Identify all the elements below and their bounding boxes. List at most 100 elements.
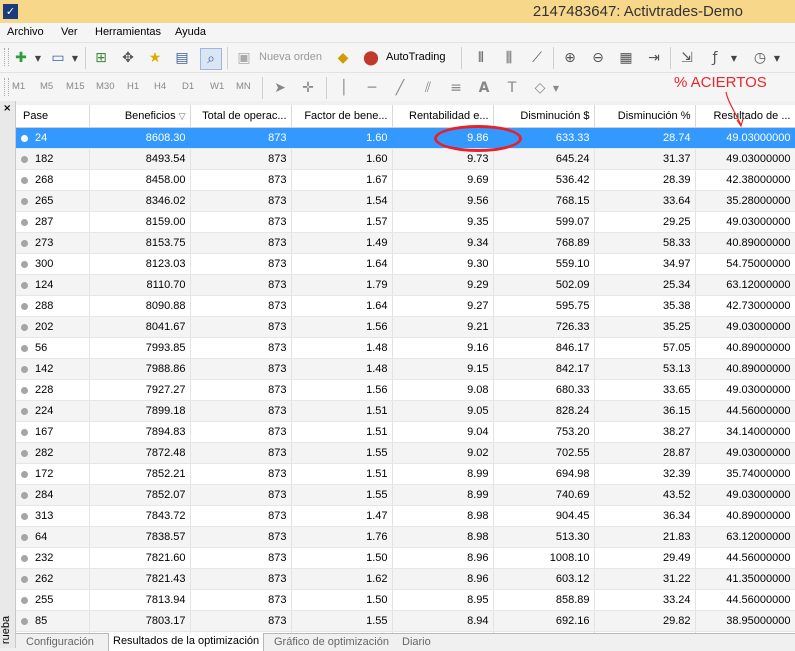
toolbar-grip[interactable]	[4, 48, 9, 66]
text-label-icon[interactable]: T	[502, 78, 522, 98]
table-row[interactable]: 182 8493.54 873 1.60 9.73 645.24 31.37 49.03000…	[16, 148, 795, 170]
menu-ayuda[interactable]: Ayuda	[175, 26, 206, 38]
table-cell: 35.25	[594, 316, 696, 338]
table-row[interactable]: 232 7821.60 873 1.50 8.96 1008.10 29.49 44.5600…	[16, 547, 795, 569]
cell-value: 1008.10	[549, 552, 590, 564]
table-row[interactable]: 284 7852.07 873 1.55 8.99 740.69 43.52 49.03000…	[16, 484, 795, 506]
bar-chart-icon[interactable]: ⫴	[471, 48, 491, 68]
menu-herramientas[interactable]: Herramientas	[95, 26, 161, 38]
market-watch-icon[interactable]: ⊞	[91, 48, 111, 68]
table-cell: 873	[190, 148, 292, 170]
tab-diario[interactable]: Diario	[402, 636, 431, 648]
tab-resultados-optimizacion[interactable]: Resultados de la optimización	[108, 633, 265, 651]
table-row[interactable]: 124 8110.70 873 1.79 9.29 502.09 25.34 63.12000…	[16, 274, 795, 296]
table-row[interactable]: 167 7894.83 873 1.51 9.04 753.20 38.27 34.14000…	[16, 421, 795, 443]
menu-archivo[interactable]: Archivo	[7, 26, 44, 38]
table-body: 24 8608.30 873 1.60 9.86 633.33 28.74 49.030000…	[16, 127, 795, 633]
cell-value: 828.24	[555, 405, 590, 417]
column-header-disminucion-dinero[interactable]: Disminución $	[493, 105, 595, 128]
horizontal-line-icon[interactable]: ─	[362, 78, 382, 98]
timeframe-h1[interactable]: H1	[127, 81, 139, 92]
timeframe-m1[interactable]: M1	[12, 81, 25, 92]
table-cell: 32.39	[594, 463, 696, 485]
table-row[interactable]: 313 7843.72 873 1.47 8.98 904.45 36.34 40.89000…	[16, 505, 795, 527]
timeframe-m15[interactable]: M15	[66, 81, 84, 92]
table-row[interactable]: 268 8458.00 873 1.67 9.69 536.42 28.39 42.38000…	[16, 169, 795, 191]
favorites-star-icon[interactable]: ★	[145, 48, 165, 68]
table-row[interactable]: 64 7838.57 873 1.76 8.98 513.30 21.83 63.120000…	[16, 526, 795, 548]
table-cell: 1.51	[291, 400, 393, 422]
indicators-icon[interactable]: ƒ	[705, 48, 725, 68]
table-row[interactable]: 288 8090.88 873 1.64 9.27 595.75 35.38 42.73000…	[16, 295, 795, 317]
column-header-resultado[interactable]: Resultado de ...	[695, 105, 795, 128]
text-tool-icon[interactable]: A	[474, 78, 494, 98]
chart-shift-icon[interactable]: ⇥	[644, 48, 664, 68]
menu-ver[interactable]: Ver	[61, 26, 78, 38]
channel-icon[interactable]: ⫽	[418, 78, 438, 98]
cell-value: 1.49	[366, 237, 388, 249]
tile-windows-icon[interactable]: ▦	[616, 48, 636, 68]
fibonacci-icon[interactable]: ≡	[446, 78, 466, 98]
close-icon[interactable]: ×	[3, 103, 11, 114]
table-row[interactable]: 202 8041.67 873 1.56 9.21 726.33 35.25 49.03000…	[16, 316, 795, 338]
autotrading-icon[interactable]: ⬤	[361, 48, 381, 68]
crosshair-icon[interactable]: ✛	[298, 78, 318, 98]
column-header-disminucion-porcentaje[interactable]: Disminución %	[594, 105, 696, 128]
toolbar-grip[interactable]	[4, 78, 9, 96]
candlestick-icon[interactable]: ⫼	[499, 48, 519, 68]
strategy-tester-icon[interactable]: ⌕	[200, 48, 222, 70]
dropdown-arrow-icon[interactable]: ▼	[28, 48, 48, 68]
cursor-icon[interactable]: ➤	[270, 78, 290, 98]
autotrading-button[interactable]: AutoTrading	[386, 51, 446, 63]
table-row[interactable]: 142 7988.86 873 1.48 9.15 842.17 53.13 40.89000…	[16, 358, 795, 380]
table-row[interactable]: 273 8153.75 873 1.49 9.34 768.89 58.33 40.89000…	[16, 232, 795, 254]
cell-value: 49.03000000	[726, 216, 791, 228]
table-cell: 1.47	[291, 505, 393, 527]
table-row[interactable]: 224 7899.18 873 1.51 9.05 828.24 36.15 44.56000…	[16, 400, 795, 422]
cell-value: 753.20	[555, 426, 590, 438]
table-row[interactable]: 265 8346.02 873 1.54 9.56 768.15 33.64 35.28000…	[16, 190, 795, 212]
timeframe-w1[interactable]: W1	[210, 81, 224, 92]
terminal-icon[interactable]: ▤	[172, 48, 192, 68]
table-row[interactable]: 282 7872.48 873 1.55 9.02 702.55 28.87 49.03000…	[16, 442, 795, 464]
cell-value: 49.03000000	[726, 384, 791, 396]
table-row[interactable]: 85 7803.17 873 1.55 8.94 692.16 29.82 38.950000…	[16, 610, 795, 632]
column-header-factor-beneficio[interactable]: Factor de bene...	[291, 105, 393, 128]
line-chart-icon[interactable]: ⟋	[527, 48, 547, 68]
table-row[interactable]: 262 7821.43 873 1.62 8.96 603.12 31.22 41.35000…	[16, 568, 795, 590]
timeframe-m5[interactable]: M5	[40, 81, 53, 92]
table-row[interactable]: 255 7813.94 873 1.50 8.95 858.89 33.24 44.56000…	[16, 589, 795, 611]
tab-configuracion[interactable]: Configuración	[26, 636, 94, 648]
tab-grafico-optimizacion[interactable]: Gráfico de optimización	[274, 636, 389, 648]
dropdown-arrow-icon[interactable]: ▼	[767, 48, 787, 68]
zoom-out-icon[interactable]: ⊖	[588, 48, 608, 68]
table-row[interactable]: 172 7852.21 873 1.51 8.99 694.98 32.39 35.74000…	[16, 463, 795, 485]
metaeditor-icon[interactable]: ◆	[333, 48, 353, 68]
dropdown-arrow-icon[interactable]: ▼	[546, 78, 566, 98]
column-header-total-operaciones[interactable]: Total de operac...	[190, 105, 292, 128]
column-header-beneficios[interactable]: Beneficios ▽	[89, 105, 191, 128]
vertical-line-icon[interactable]: │	[334, 78, 354, 98]
timeframe-mn[interactable]: MN	[236, 81, 251, 92]
trendline-icon[interactable]: ╱	[390, 78, 410, 98]
table-row[interactable]: 24 8608.30 873 1.60 9.86 633.33 28.74 49.030000…	[16, 127, 795, 149]
cell-value: 8.95	[467, 594, 489, 606]
table-cell: 31.37	[594, 148, 696, 170]
new-order-icon[interactable]: ▣	[234, 48, 254, 68]
table-row[interactable]: 56 7993.85 873 1.48 9.16 846.17 57.05 40.890000…	[16, 337, 795, 359]
timeframe-m30[interactable]: M30	[96, 81, 114, 92]
navigator-icon[interactable]: ✥	[118, 48, 138, 68]
timeframe-d1[interactable]: D1	[182, 81, 194, 92]
dropdown-arrow-icon[interactable]: ▼	[724, 48, 744, 68]
zoom-in-icon[interactable]: ⊕	[560, 48, 580, 68]
autoscroll-icon[interactable]: ⇲	[677, 48, 697, 68]
new-order-button[interactable]: Nueva orden	[259, 51, 322, 63]
dropdown-arrow-icon[interactable]: ▼	[65, 48, 85, 68]
timeframe-h4[interactable]: H4	[154, 81, 166, 92]
cell-value: 36.15	[662, 405, 691, 417]
cell-value: 1.55	[366, 489, 388, 501]
table-row[interactable]: 287 8159.00 873 1.57 9.35 599.07 29.25 49.03000…	[16, 211, 795, 233]
table-row[interactable]: 228 7927.27 873 1.56 9.08 680.33 33.65 49.03000…	[16, 379, 795, 401]
table-row[interactable]: 300 8123.03 873 1.64 9.30 559.10 34.97 54.75000…	[16, 253, 795, 275]
column-header-pase[interactable]: Pase	[16, 105, 90, 128]
